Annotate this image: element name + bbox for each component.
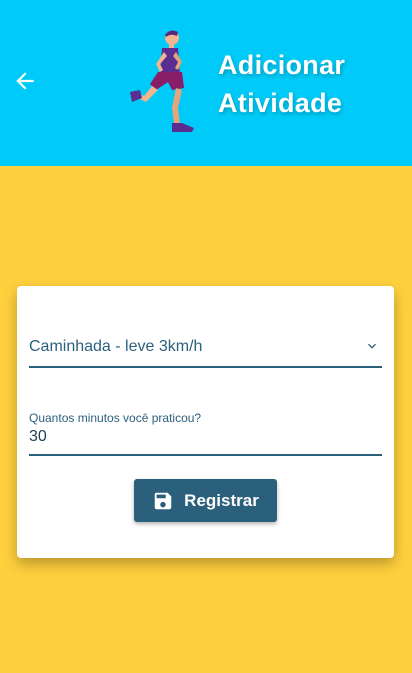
activity-select[interactable]: Caminhada - leve 3km/h bbox=[29, 332, 382, 368]
minutes-input[interactable] bbox=[29, 428, 369, 446]
page-title: Adicionar Atividade bbox=[218, 46, 345, 122]
register-button-label: Registrar bbox=[184, 490, 259, 510]
title-line-2: Atividade bbox=[218, 88, 343, 118]
minutes-field-label: Quantos minutos você praticou? bbox=[29, 411, 202, 425]
activity-form-card: Caminhada - leve 3km/h Quantos minutos v… bbox=[17, 286, 394, 558]
runner-illustration bbox=[130, 30, 194, 132]
save-icon bbox=[154, 492, 172, 509]
minutes-field: Quantos minutos você praticou? bbox=[29, 408, 382, 456]
app-header: Adicionar Atividade bbox=[0, 0, 412, 166]
register-button[interactable]: Registrar bbox=[134, 479, 277, 522]
activity-select-value: Caminhada - leve 3km/h bbox=[29, 338, 203, 355]
chevron-down-icon bbox=[368, 343, 376, 349]
arrow-left-icon bbox=[16, 72, 34, 90]
title-line-1: Adicionar bbox=[218, 50, 346, 80]
back-button[interactable] bbox=[8, 64, 42, 98]
